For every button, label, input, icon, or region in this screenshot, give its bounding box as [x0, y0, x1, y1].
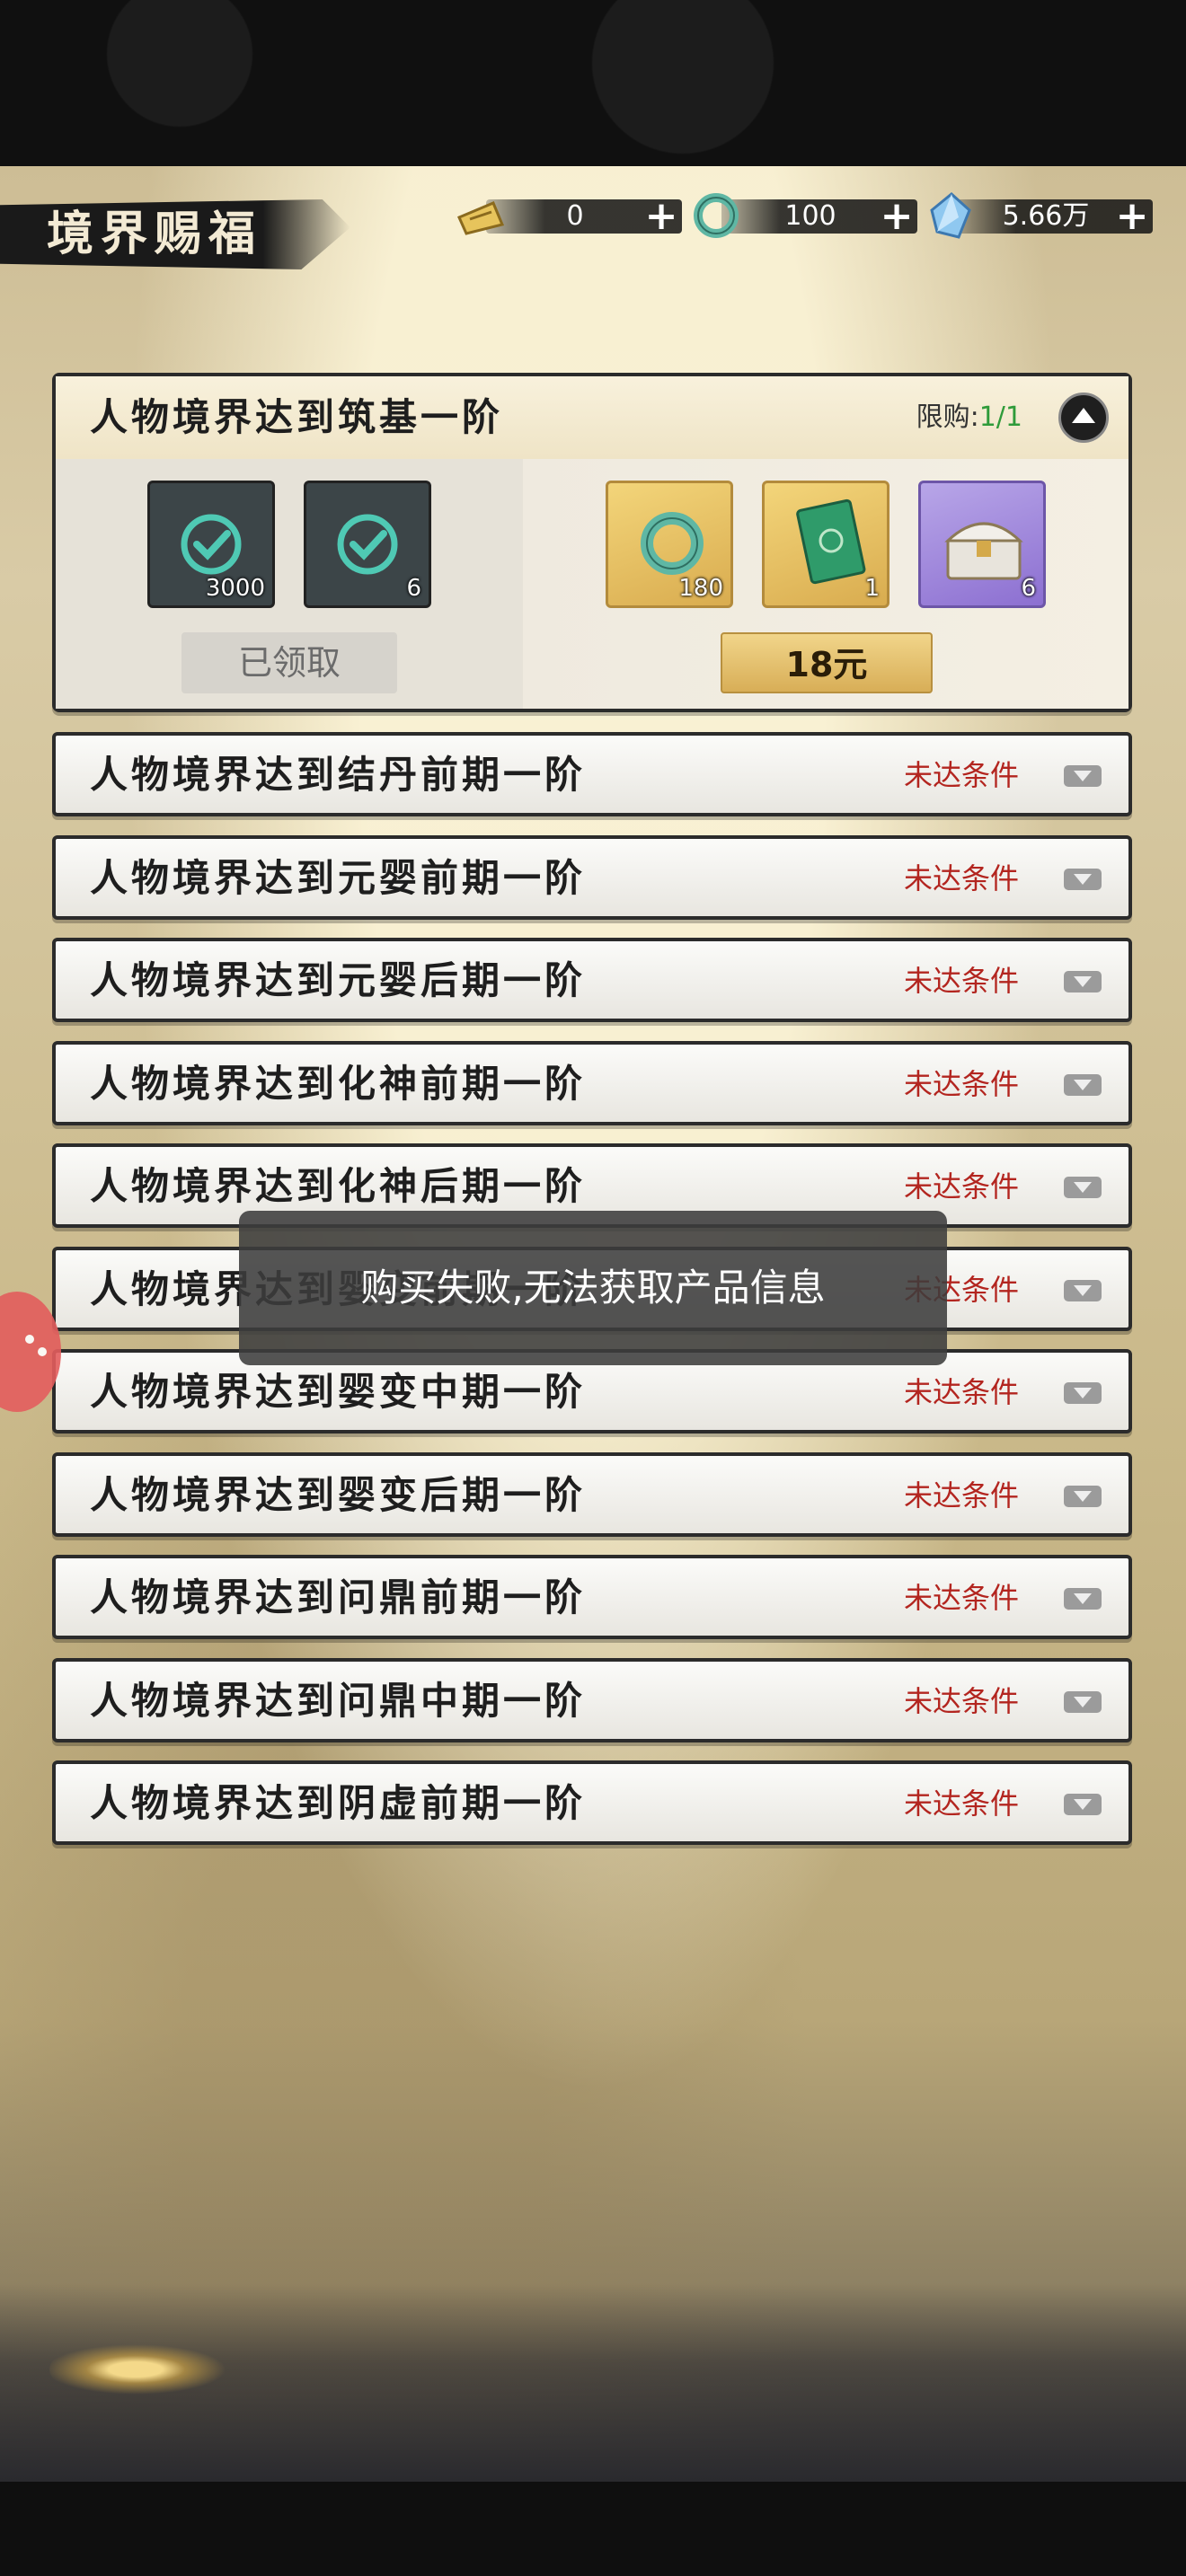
reward-qty: 6	[406, 575, 421, 602]
expand-chevron-icon	[1064, 1074, 1102, 1096]
currency-value: 100	[784, 200, 836, 232]
row-status: 未达条件	[903, 758, 1019, 792]
claimed-check-icon	[181, 514, 242, 575]
row-status: 未达条件	[903, 1684, 1019, 1718]
crystal-icon	[930, 192, 971, 239]
row-title: 人物境界达到元婴后期一阶	[90, 958, 587, 1002]
reward-qty: 1	[864, 575, 880, 602]
reward-row[interactable]: 人物境界达到婴变后期一阶 未达条件	[52, 1452, 1132, 1537]
expand-chevron-icon	[1064, 1486, 1102, 1507]
row-status: 未达条件	[903, 1786, 1019, 1821]
toast-message: 购买失败,无法获取产品信息	[239, 1211, 947, 1365]
reward-row[interactable]: 人物境界达到结丹前期一阶 未达条件	[52, 732, 1132, 816]
row-title: 人物境界达到元婴前期一阶	[90, 856, 587, 900]
add-ticket-button[interactable]: +	[642, 197, 680, 236]
page-title: 境界赐福	[47, 207, 263, 261]
row-status: 未达条件	[903, 1478, 1019, 1513]
claimed-button: 已领取	[181, 632, 397, 693]
golden-cloud-logo	[49, 2333, 265, 2405]
buy-button[interactable]: 18元	[721, 632, 933, 693]
currency-value: 5.66万	[1002, 200, 1090, 232]
toast-text: 购买失败,无法获取产品信息	[360, 1266, 826, 1310]
expand-chevron-icon	[1064, 971, 1102, 992]
row-title: 人物境界达到化神后期一阶	[90, 1164, 587, 1208]
row-title: 人物境界达到结丹前期一阶	[90, 753, 587, 797]
expand-chevron-icon	[1064, 1588, 1102, 1610]
row-status: 未达条件	[903, 1067, 1019, 1101]
row-status: 未达条件	[903, 1375, 1019, 1409]
reward-row[interactable]: 人物境界达到元婴后期一阶 未达条件	[52, 938, 1132, 1022]
row-status: 未达条件	[903, 861, 1019, 895]
reward-item-jade[interactable]: 180	[606, 481, 733, 608]
assistant-eye-dot	[38, 1347, 47, 1356]
reward-row[interactable]: 人物境界达到问鼎中期一阶 未达条件	[52, 1658, 1132, 1742]
reward-row[interactable]: 人物境界达到阴虚前期一阶 未达条件	[52, 1760, 1132, 1845]
limit-label: 限购:	[916, 401, 979, 433]
treasure-chest-icon	[944, 522, 1023, 580]
collapse-button[interactable]	[1058, 393, 1109, 443]
add-jade-button[interactable]: +	[878, 197, 916, 236]
reward-item-chest[interactable]: 6	[918, 481, 1046, 608]
reward-row[interactable]: 人物境界达到元婴前期一阶 未达条件	[52, 835, 1132, 920]
add-crystal-button[interactable]: +	[1113, 197, 1151, 236]
reward-item-book[interactable]: 1	[762, 481, 890, 608]
expand-chevron-icon	[1064, 1280, 1102, 1301]
jade-icon	[641, 512, 704, 575]
assistant-eye-dot	[25, 1335, 34, 1344]
bottom-decor-band	[0, 2482, 1186, 2576]
row-title: 人物境界达到问鼎前期一阶	[90, 1575, 587, 1619]
reward-qty: 180	[678, 575, 723, 602]
reward-card-expanded: 人物境界达到筑基一阶 限购:1/1 3000 6 180 1 6 已领取 18元	[52, 373, 1132, 712]
row-title: 人物境界达到问鼎中期一阶	[90, 1679, 587, 1723]
row-status: 未达条件	[903, 1581, 1019, 1615]
reward-item-spirit-stone[interactable]: 3000	[147, 481, 275, 608]
row-status: 未达条件	[903, 1169, 1019, 1204]
expand-chevron-icon	[1064, 1794, 1102, 1815]
chevron-up-icon	[1072, 408, 1095, 423]
top-decor-band	[0, 0, 1186, 166]
row-title: 人物境界达到婴变后期一阶	[90, 1473, 587, 1517]
reward-qty: 3000	[205, 575, 265, 602]
currency-value: 0	[566, 200, 584, 232]
reward-row[interactable]: 人物境界达到问鼎前期一阶 未达条件	[52, 1555, 1132, 1639]
card-header[interactable]: 人物境界达到筑基一阶 限购:1/1	[56, 376, 1128, 461]
ticket-icon	[457, 201, 505, 235]
purchase-limit: 限购:1/1	[916, 398, 1022, 437]
reward-row[interactable]: 人物境界达到化神前期一阶 未达条件	[52, 1041, 1132, 1125]
limit-value: 1/1	[978, 401, 1022, 433]
jade-icon	[694, 193, 739, 238]
reward-item-herb[interactable]: 6	[304, 481, 431, 608]
expand-chevron-icon	[1064, 869, 1102, 890]
row-status: 未达条件	[903, 964, 1019, 998]
expand-chevron-icon	[1064, 1177, 1102, 1198]
card-title: 人物境界达到筑基一阶	[90, 395, 504, 439]
reward-qty: 6	[1021, 575, 1036, 602]
row-title: 人物境界达到阴虚前期一阶	[90, 1781, 587, 1825]
book-icon	[796, 498, 866, 585]
expand-chevron-icon	[1064, 765, 1102, 787]
row-title: 人物境界达到婴变中期一阶	[90, 1370, 587, 1414]
expand-chevron-icon	[1064, 1382, 1102, 1404]
expand-chevron-icon	[1064, 1691, 1102, 1713]
claimed-check-icon	[337, 514, 398, 575]
row-title: 人物境界达到化神前期一阶	[90, 1062, 587, 1106]
